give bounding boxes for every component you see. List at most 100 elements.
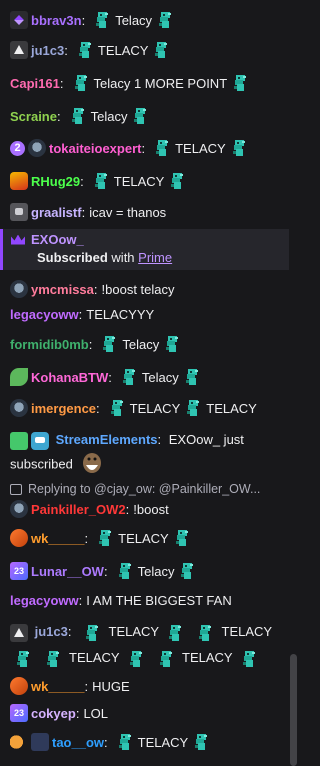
- telacy-emote-icon: [184, 399, 202, 417]
- telacy-emote-icon: [166, 624, 184, 642]
- message-text: TELACY: [69, 650, 120, 665]
- username[interactable]: wk_____: [31, 679, 85, 694]
- calendar-badge-icon[interactable]: 23: [10, 704, 28, 722]
- username[interactable]: Painkiller_OW2: [31, 502, 126, 517]
- chat-message: bbrav3n: Telacy: [10, 9, 285, 31]
- telacy-emote-icon: [96, 529, 114, 547]
- sword-badge-icon[interactable]: [10, 11, 28, 29]
- message-text: TELACY: [97, 42, 149, 58]
- chat-message: ju1c3: TELACY TELACY TELACY TELACY: [10, 619, 285, 671]
- telacy-emote-icon: [152, 41, 170, 59]
- chat-message: legacyoww: TELACYYY: [10, 306, 155, 322]
- prime-link[interactable]: Prime: [138, 250, 172, 265]
- username[interactable]: graalistf: [31, 205, 82, 220]
- chat-message: 2 tokaiteioexpert: TELACY: [10, 137, 285, 159]
- username[interactable]: EXOow_: [31, 232, 84, 247]
- username[interactable]: StreamElements: [56, 432, 158, 447]
- chat-message: 23 Lunar__OW: Telacy: [10, 560, 285, 582]
- telacy-emote-icon: [231, 74, 249, 92]
- username[interactable]: tokaiteioexpert: [49, 141, 141, 156]
- verified-badge-icon[interactable]: [10, 431, 28, 450]
- chat-message: Capi161: Telacy 1 MORE POINT: [10, 72, 285, 94]
- telacy-emote-icon: [127, 650, 145, 668]
- chat-message: StreamElements: EXOow_ just subscribed: [10, 429, 285, 479]
- reply-context[interactable]: Replying to @cjay_ow: @Painkiller_OW...: [10, 478, 285, 500]
- message-text: LOL: [83, 705, 109, 721]
- camera-badge-icon[interactable]: [10, 203, 28, 221]
- message-text: icav = thanos: [89, 204, 167, 220]
- telacy-emote-icon: [196, 624, 214, 642]
- username[interactable]: bbrav3n: [31, 13, 82, 28]
- username[interactable]: formidib0mb: [10, 337, 89, 352]
- leaf-badge-icon[interactable]: [10, 368, 28, 386]
- chat-message: KohanaBTW: Telacy: [10, 366, 285, 388]
- username[interactable]: ju1c3: [35, 624, 68, 639]
- subscribed-label: Subscribed: [37, 250, 108, 265]
- chat-message: wk_____: HUGE: [10, 675, 285, 697]
- message-text: TELACY: [221, 624, 272, 639]
- telacy-emote-icon: [76, 41, 94, 59]
- bot-badge-icon[interactable]: [31, 431, 49, 450]
- telacy-emote-icon: [44, 650, 62, 668]
- telacy-emote-icon: [108, 399, 126, 417]
- telacy-emote-icon: [168, 172, 186, 190]
- message-text: Telacy: [137, 563, 175, 579]
- username[interactable]: legacyoww: [10, 307, 79, 322]
- username[interactable]: Lunar__OW: [31, 564, 104, 579]
- sub-badge-icon[interactable]: 2: [10, 140, 25, 156]
- message-text: Telacy: [115, 12, 153, 28]
- message-text: Telacy: [90, 108, 128, 124]
- telacy-emote-icon: [173, 529, 191, 547]
- telacy-emote-icon: [163, 335, 181, 353]
- fox-badge-icon[interactable]: [10, 677, 28, 695]
- username[interactable]: cokyep: [31, 706, 76, 721]
- message-text: TELACY: [206, 400, 257, 416]
- username[interactable]: imergence: [31, 401, 96, 416]
- prime-badge-icon[interactable]: [10, 41, 28, 59]
- message-text: TELACY: [137, 734, 189, 750]
- avatar-badge-icon[interactable]: [28, 139, 46, 157]
- telacy-emote-icon: [116, 733, 134, 751]
- reply-text: Replying to @cjay_ow: @Painkiller_OW...: [28, 482, 261, 496]
- telacy-emote-icon: [92, 172, 110, 190]
- username[interactable]: Capi161: [10, 76, 60, 91]
- moon-badge-icon[interactable]: [10, 733, 28, 751]
- flame-badge-icon[interactable]: [10, 172, 28, 190]
- message-text: TELACY: [118, 530, 169, 546]
- reply-icon: [10, 483, 22, 495]
- username[interactable]: KohanaBTW: [31, 370, 108, 385]
- telacy-emote-icon: [69, 107, 87, 125]
- username[interactable]: legacyoww: [10, 593, 79, 608]
- chat-scrollbar[interactable]: [290, 654, 297, 766]
- username[interactable]: ju1c3: [31, 43, 64, 58]
- telacy-emote-icon: [100, 335, 118, 353]
- message-text: Telacy 1 MORE POINT: [93, 75, 228, 91]
- username[interactable]: tao__ow: [52, 735, 104, 750]
- telacy-emote-icon: [240, 650, 258, 668]
- avatar-badge-icon[interactable]: [10, 500, 28, 518]
- message-text: Telacy: [122, 336, 160, 352]
- telacy-emote-icon: [131, 107, 149, 125]
- chat-message: Scraine: Telacy: [10, 105, 285, 127]
- username[interactable]: ymcmissa: [31, 282, 94, 297]
- username[interactable]: Scraine: [10, 109, 57, 124]
- chat-message: ymcmissa: !boost telacy: [10, 278, 285, 300]
- chat-message: graalistf: icav = thanos: [10, 201, 285, 223]
- prime-badge-icon[interactable]: [10, 623, 28, 642]
- telacy-emote-icon: [116, 562, 134, 580]
- message-text: HUGE: [92, 678, 130, 694]
- avatar-badge-icon[interactable]: [10, 280, 28, 298]
- with-label: with: [111, 250, 135, 265]
- username[interactable]: wk_____: [31, 531, 85, 546]
- year-badge-icon[interactable]: [31, 733, 49, 751]
- chat-message: wk_____: TELACY: [10, 527, 285, 549]
- telacy-emote-icon: [156, 11, 174, 29]
- message-text: TELACY: [182, 650, 233, 665]
- chat-message: tao__ow: TELACY: [10, 731, 285, 753]
- avatar-badge-icon[interactable]: [10, 399, 28, 417]
- fox-badge-icon[interactable]: [10, 529, 28, 547]
- telacy-emote-icon: [93, 11, 111, 29]
- username[interactable]: RHug29: [31, 174, 80, 189]
- calendar-badge-icon[interactable]: 23: [10, 562, 28, 580]
- chat-message: ju1c3: TELACY: [10, 39, 285, 61]
